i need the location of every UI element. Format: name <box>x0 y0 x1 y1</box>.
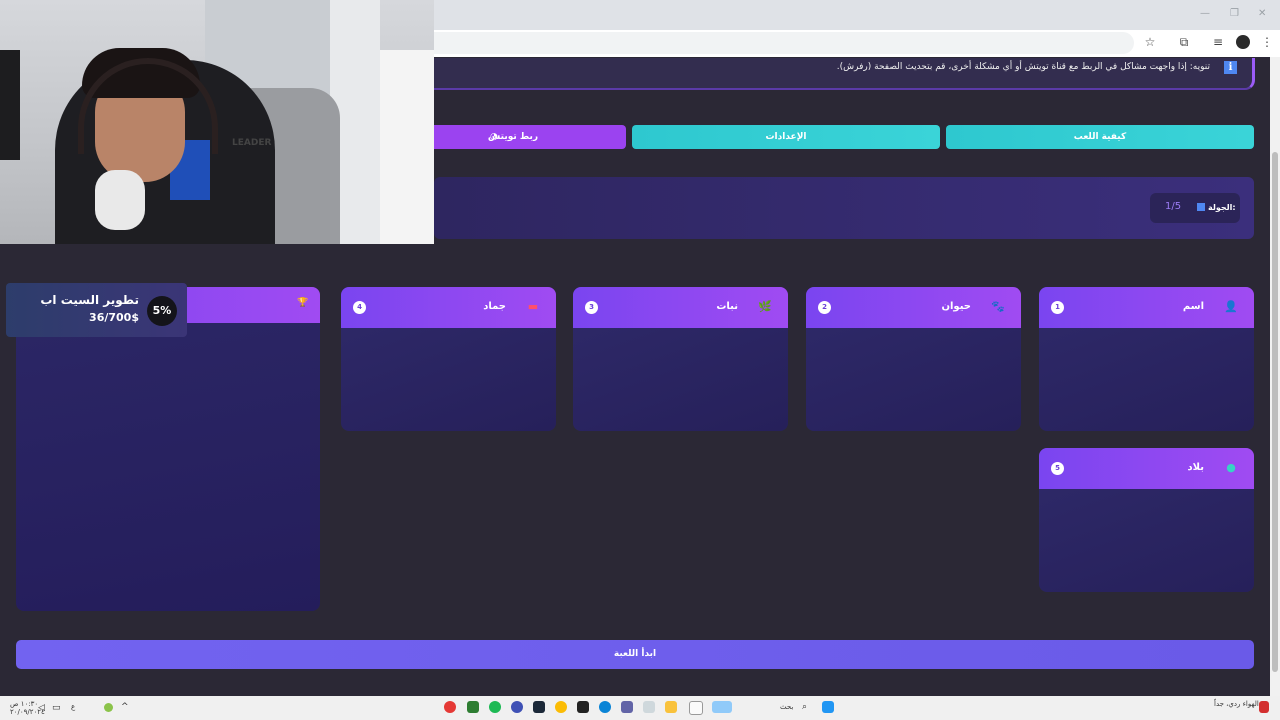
start-game-button[interactable]: ابدأ اللعبة <box>16 640 1254 669</box>
how-to-play-button[interactable]: كيفية اللعب <box>946 125 1254 149</box>
speaker-icon[interactable]: ◁ <box>38 703 45 713</box>
taskview-icon[interactable] <box>689 701 703 715</box>
category-card-header: 👤 اسم 1 <box>1039 287 1254 328</box>
search-icon[interactable]: ⌕ <box>802 702 807 712</box>
goal-amount: 36/700$ <box>89 311 139 324</box>
category-title: حيوان <box>941 301 971 312</box>
media-icon[interactable]: ≡ <box>1210 34 1226 50</box>
category-number: 2 <box>818 301 831 314</box>
round-icon <box>1197 203 1205 211</box>
star-icon[interactable]: ☆ <box>1142 34 1158 50</box>
round-label: الجولة: <box>1208 203 1236 212</box>
widgets-icon[interactable] <box>712 701 732 713</box>
minimize-icon[interactable]: — <box>1200 8 1210 19</box>
background-shelf <box>380 50 434 244</box>
taskbar <box>0 696 1280 720</box>
maximize-icon[interactable]: ❐ <box>1230 8 1239 19</box>
category-number: 5 <box>1051 462 1064 475</box>
discord-icon[interactable] <box>511 701 523 713</box>
language-indicator[interactable]: ع <box>71 703 75 711</box>
menu-icon[interactable]: ⋮ <box>1259 34 1275 50</box>
twitch-link-label: ربط تويتش <box>487 132 539 142</box>
start-icon[interactable] <box>822 701 834 713</box>
taskbar-clock[interactable]: ١٠:٣٠ ص <box>10 700 38 708</box>
paw-icon: 🐾 <box>991 300 1005 313</box>
goal-percent: 5% <box>147 296 177 326</box>
chevron-up-icon[interactable]: ^ <box>121 702 129 712</box>
webcam-overlay: LEADER <box>0 0 434 244</box>
profile-icon[interactable] <box>1236 35 1250 49</box>
chair-brand: LEADER <box>232 138 272 148</box>
close-icon[interactable]: ✕ <box>1258 8 1266 19</box>
category-card-object: ▬ جماد 4 <box>341 287 556 431</box>
object-icon: ▬ <box>527 300 539 313</box>
category-number: 1 <box>1051 301 1064 314</box>
extensions-icon[interactable]: ⧉ <box>1176 34 1192 50</box>
category-card-header: 🌿 نبات 3 <box>573 287 788 328</box>
round-panel <box>434 177 1254 239</box>
weather-text[interactable]: الهواء ردي، جداً <box>1214 700 1259 708</box>
person-icon: 👤 <box>1224 300 1238 313</box>
twitch-link-button[interactable]: ◔ ربط تويتش <box>434 125 626 149</box>
category-title: نبات <box>716 301 738 312</box>
category-number: 3 <box>585 301 598 314</box>
scrollbar[interactable] <box>1270 57 1280 696</box>
category-title: جماد <box>483 301 506 312</box>
trophy-icon: 🏆 <box>297 298 309 308</box>
edge-icon[interactable] <box>599 701 611 713</box>
excel-icon[interactable] <box>467 701 479 713</box>
app-icon-9[interactable] <box>621 701 633 713</box>
category-card-animal: 🐾 حيوان 2 <box>806 287 1021 431</box>
scrollbar-thumb[interactable] <box>1272 152 1278 672</box>
round-value: 1/5 <box>1165 201 1182 212</box>
tray-app-icon[interactable] <box>104 703 113 712</box>
steam-icon[interactable] <box>533 701 545 713</box>
spotify-icon[interactable] <box>489 701 501 713</box>
category-title: اسم <box>1182 301 1204 312</box>
category-card-header: ● بلاد 5 <box>1039 448 1254 489</box>
category-card-name: 👤 اسم 1 <box>1039 287 1254 431</box>
category-title: بلاد <box>1187 462 1204 473</box>
app-icon-1[interactable] <box>444 701 456 713</box>
category-card-header: ▬ جماد 4 <box>341 287 556 328</box>
category-number: 4 <box>353 301 366 314</box>
alert-text: تنويه: إذا واجهت مشاكل في الربط مع قناة … <box>836 62 1210 72</box>
address-bar[interactable] <box>434 32 1134 54</box>
category-card-country: ● بلاد 5 <box>1039 448 1254 592</box>
globe-icon: ● <box>1226 461 1236 474</box>
category-card-plant: 🌿 نبات 3 <box>573 287 788 431</box>
leaf-icon: 🌿 <box>758 300 772 313</box>
category-card-header: 🐾 حيوان 2 <box>806 287 1021 328</box>
chrome-icon[interactable] <box>555 701 567 713</box>
taskbar-search[interactable]: بحث <box>780 703 793 711</box>
microphone <box>95 170 145 230</box>
goal-title: تطوير السيت اب <box>40 293 139 307</box>
info-icon: i <box>1224 61 1237 74</box>
network-icon[interactable]: ▭ <box>52 703 61 713</box>
file-explorer-icon[interactable] <box>665 701 677 713</box>
app-icon-7[interactable] <box>577 701 589 713</box>
background-tv <box>0 50 20 160</box>
settings-button[interactable]: الإعدادات <box>632 125 940 149</box>
notification-icon[interactable] <box>1259 701 1269 713</box>
calendar-icon[interactable] <box>643 701 655 713</box>
